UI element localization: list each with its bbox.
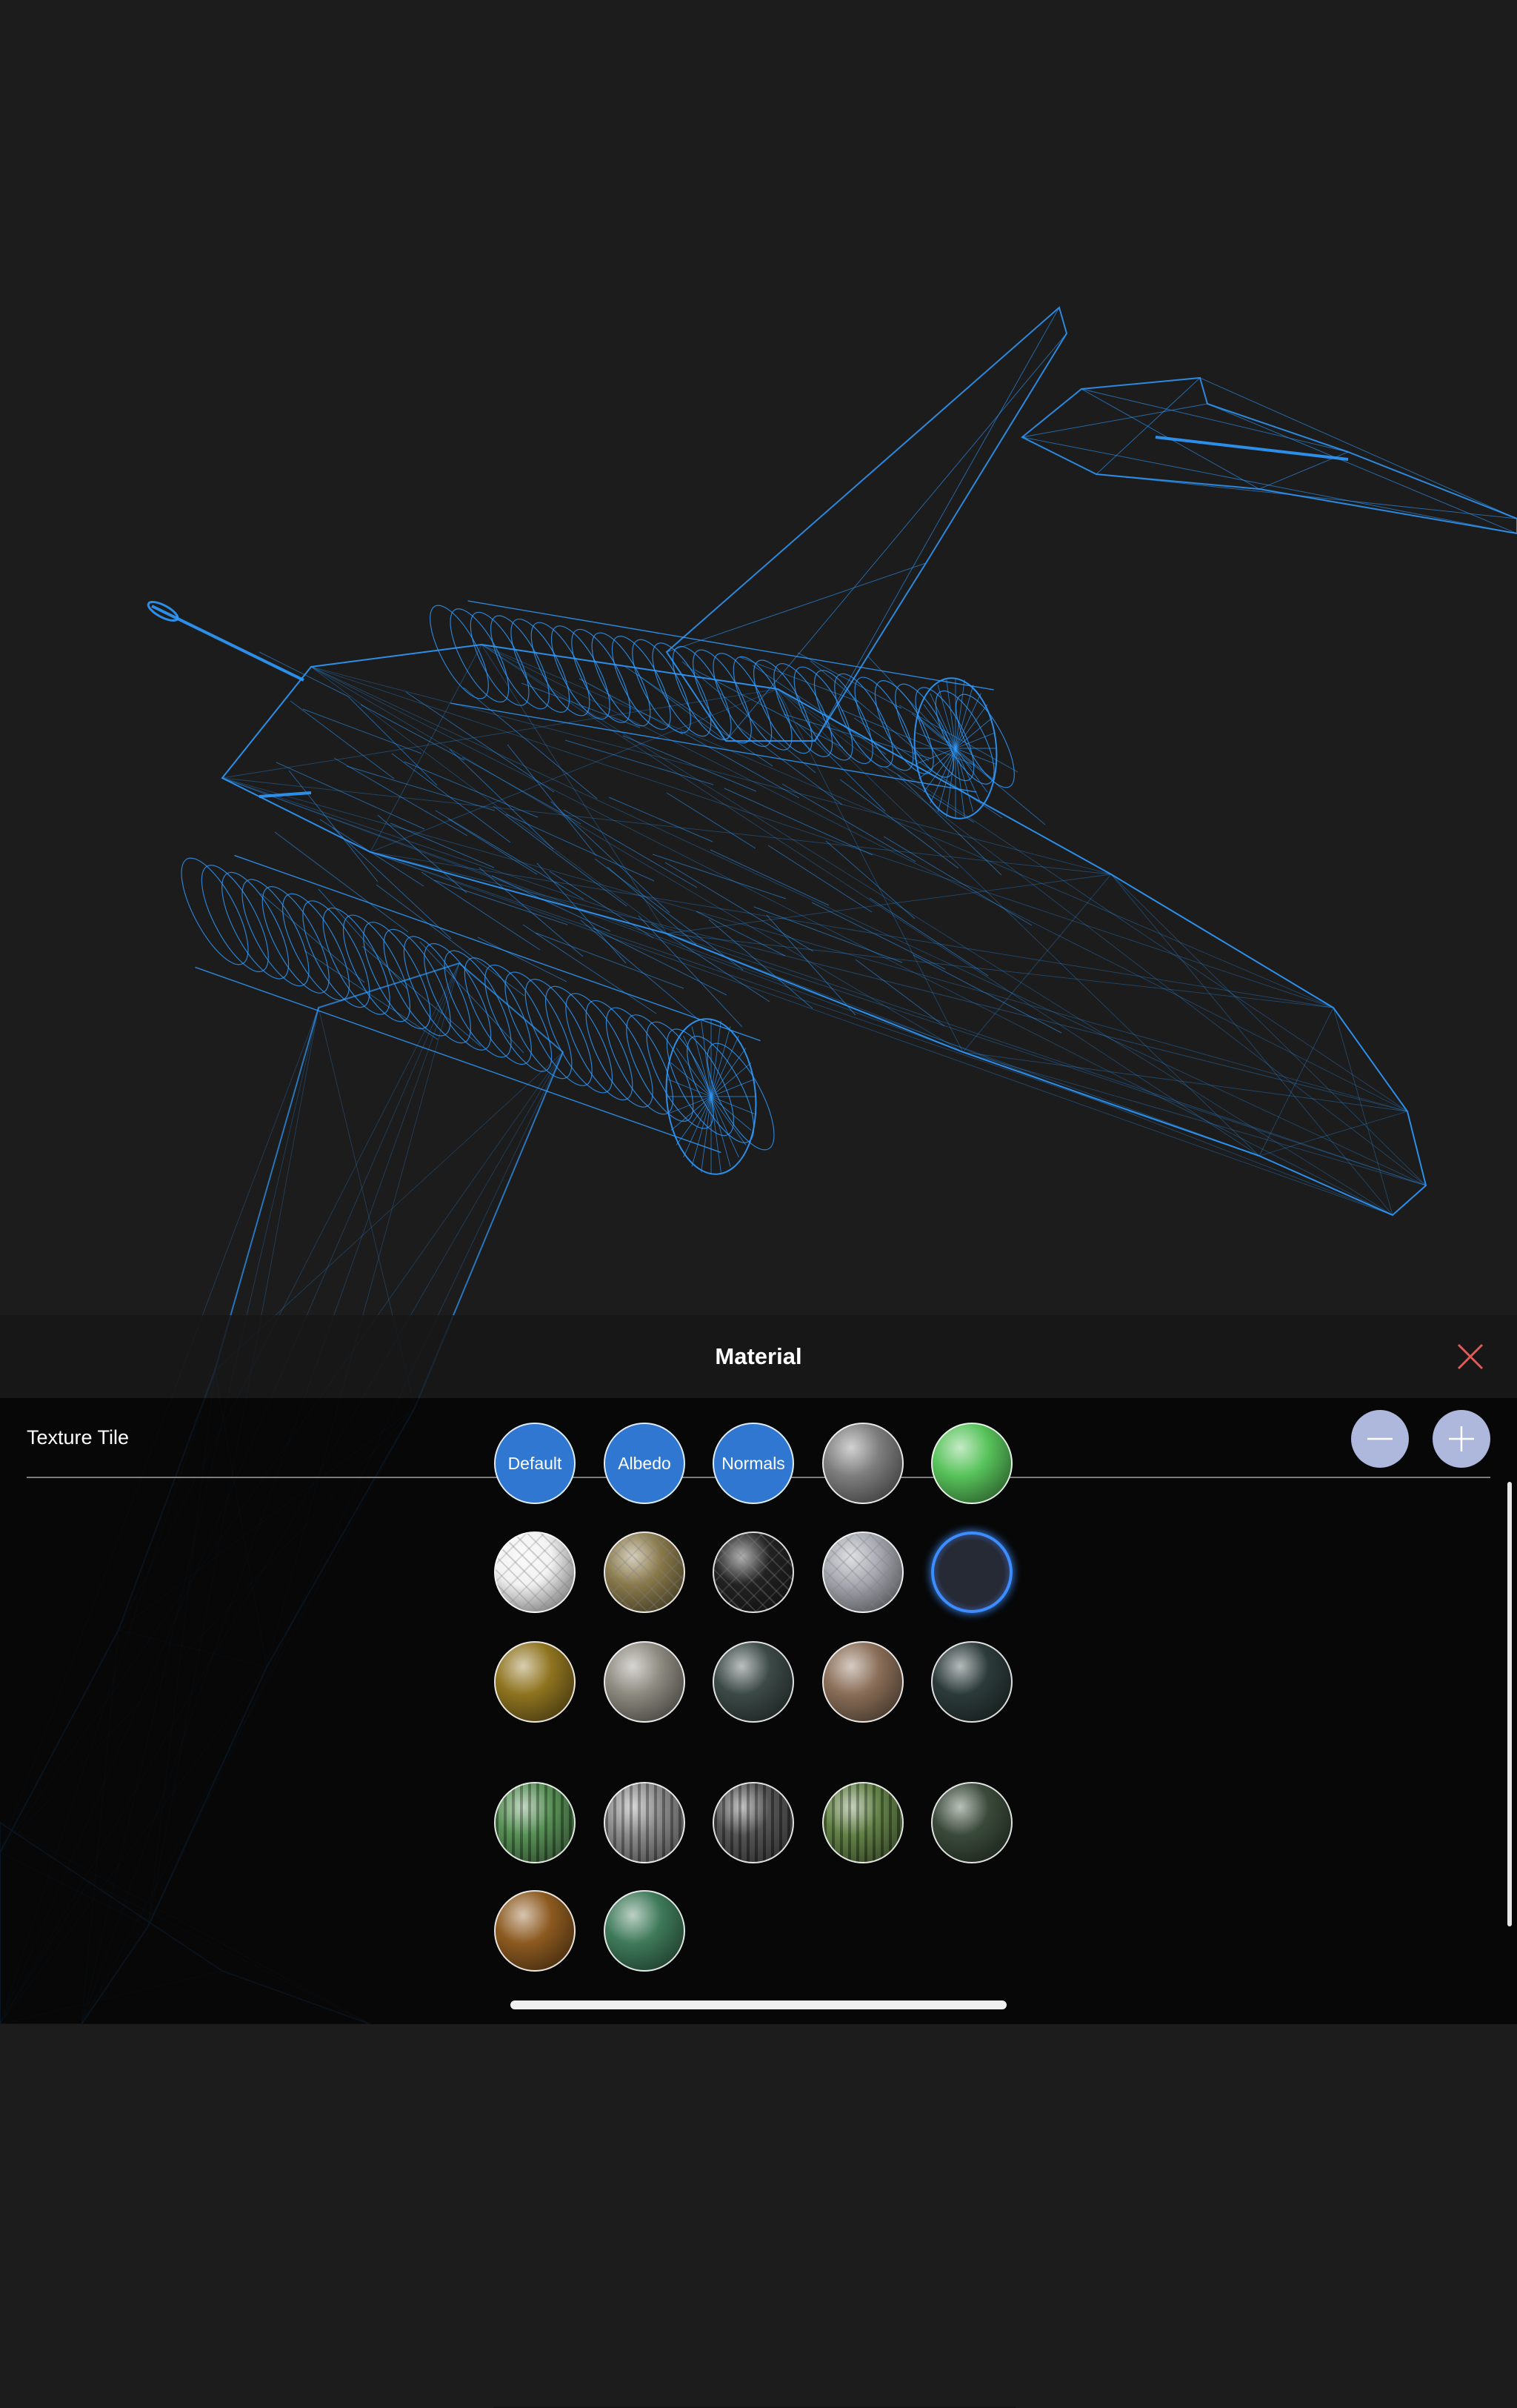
material-button-albedo[interactable]: Albedo xyxy=(604,1423,685,1504)
texture-tile-label: Texture Tile xyxy=(27,1426,130,1449)
material-swatch-dark-green-sphere[interactable] xyxy=(931,1782,1013,1863)
material-swatch-gold-sphere[interactable] xyxy=(494,1641,576,1723)
material-swatch-white-pattern-sphere[interactable] xyxy=(494,1531,576,1613)
material-swatch-chrome-sphere[interactable] xyxy=(604,1641,685,1723)
plus-icon xyxy=(1449,1426,1474,1451)
material-button-normals[interactable]: Normals xyxy=(713,1423,794,1504)
home-indicator[interactable] xyxy=(510,2000,1007,2009)
increase-tile-button[interactable] xyxy=(1433,1410,1490,1468)
material-swatch-wood-sphere[interactable] xyxy=(822,1641,904,1723)
material-swatch-dark-teal-sphere[interactable] xyxy=(931,1641,1013,1723)
material-panel: Material Texture Tile Default Albedo Norma… xyxy=(0,1315,1517,2408)
panel-body: Texture Tile Default Albedo Normals xyxy=(0,1398,1517,2408)
decrease-tile-button[interactable] xyxy=(1351,1410,1409,1468)
material-swatch-olive-striped-sphere[interactable] xyxy=(822,1782,904,1863)
material-button-default[interactable]: Default xyxy=(494,1423,576,1504)
material-swatch-black-pattern-sphere[interactable] xyxy=(713,1531,794,1613)
minus-icon xyxy=(1367,1437,1393,1440)
material-swatch-green-sphere[interactable] xyxy=(931,1423,1013,1504)
material-swatch-gold-pattern-sphere[interactable] xyxy=(604,1531,685,1613)
material-swatch-silver-pattern-sphere[interactable] xyxy=(822,1531,904,1613)
material-swatch-grey-metal-sphere[interactable] xyxy=(822,1423,904,1504)
close-icon xyxy=(1457,1343,1484,1370)
material-swatch-rust-sphere[interactable] xyxy=(494,1890,576,1972)
scrollbar[interactable] xyxy=(1507,1482,1512,1926)
material-swatch-dark-marble-sphere[interactable] xyxy=(713,1641,794,1723)
panel-header: Material xyxy=(0,1315,1517,1398)
material-swatch-dark-blue-glow-sphere[interactable] xyxy=(931,1531,1013,1613)
panel-title: Material xyxy=(715,1343,802,1369)
close-button[interactable] xyxy=(1452,1338,1489,1375)
material-swatch-green-striped-sphere[interactable] xyxy=(494,1782,576,1863)
material-swatch-green-stone-sphere[interactable] xyxy=(604,1890,685,1972)
material-swatch-dark-striped-sphere[interactable] xyxy=(713,1782,794,1863)
material-swatch-grey-striped-sphere[interactable] xyxy=(604,1782,685,1863)
